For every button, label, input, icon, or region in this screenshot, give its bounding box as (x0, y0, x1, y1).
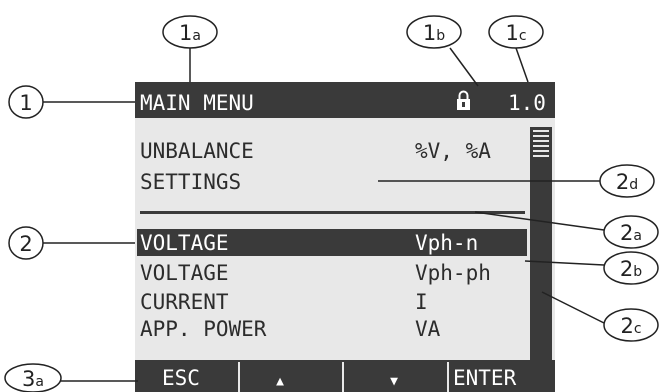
softkey-separator (447, 362, 449, 392)
diagram-canvas: MAIN MENU 1.0 UNBALANCE SETTINGS %V, %A … (4, 15, 659, 392)
callout-1c: 1c (488, 15, 544, 49)
softkey-separator (238, 362, 240, 392)
down-arrow-icon: ▼ (390, 374, 398, 389)
up-softkey[interactable]: ▲ (276, 374, 284, 389)
callout-1b: 1b (406, 15, 462, 49)
softkey-separator (342, 362, 344, 392)
info-units: %V, %A (415, 139, 491, 163)
callout-2d: 2d (599, 164, 655, 198)
up-arrow-icon: ▲ (276, 374, 284, 389)
menu-item-value: VA (415, 317, 441, 341)
down-softkey[interactable]: ▼ (390, 374, 398, 389)
callout-1: 1 (8, 85, 44, 119)
enter-softkey[interactable]: ENTER (453, 366, 517, 390)
callout-2c: 2c (603, 308, 659, 342)
svg-text:1: 1 (19, 91, 32, 115)
callout-1a: 1a (162, 15, 218, 49)
info-line-2: SETTINGS (140, 170, 241, 194)
header-title: MAIN MENU (140, 91, 254, 115)
menu-item-label: VOLTAGE (140, 261, 229, 285)
callout-2a: 2a (603, 215, 659, 249)
menu-item-label: VOLTAGE (140, 231, 229, 255)
divider-line (140, 211, 525, 214)
menu-item-value: Vph-ph (415, 261, 491, 285)
menu-item-value: Vph-n (415, 231, 478, 255)
esc-softkey[interactable]: ESC (162, 366, 200, 390)
version-label: 1.0 (508, 91, 546, 115)
callout-3a: 3a (4, 363, 62, 392)
svg-text:2: 2 (19, 232, 32, 256)
scrollbar-track[interactable] (530, 127, 552, 360)
callout-2b: 2b (603, 251, 659, 285)
menu-item-label: CURRENT (140, 290, 229, 314)
menu-item-label: APP. POWER (140, 317, 267, 341)
menu-item-value: I (415, 290, 428, 314)
callout-2: 2 (8, 226, 44, 260)
enter-softkey-label: ENTER (453, 366, 517, 390)
info-line-1: UNBALANCE (140, 139, 254, 163)
esc-softkey-label: ESC (162, 366, 200, 390)
